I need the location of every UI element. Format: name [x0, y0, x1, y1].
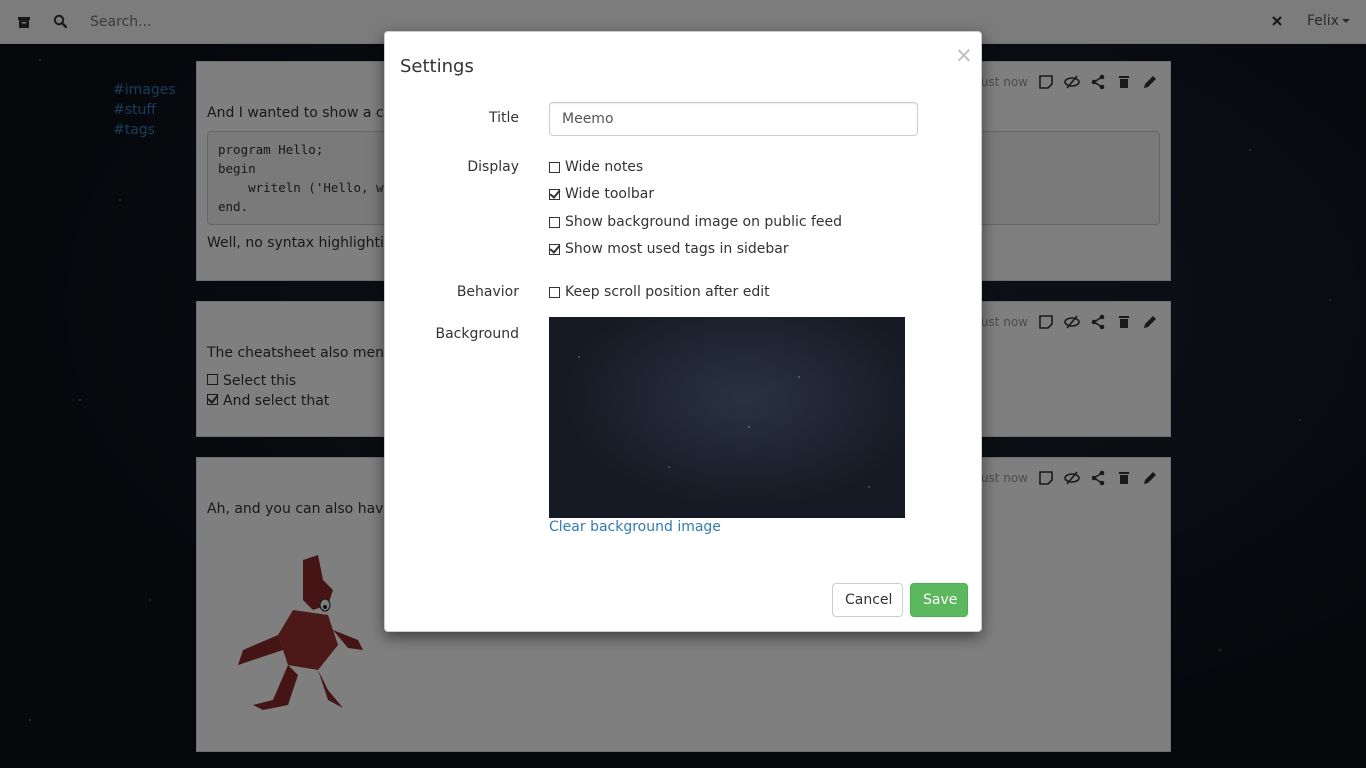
- background-image-preview[interactable]: [549, 317, 905, 518]
- close-icon[interactable]: ×: [955, 45, 973, 66]
- wide-notes-option[interactable]: Wide notes: [549, 159, 643, 175]
- title-field[interactable]: [549, 102, 918, 136]
- dialog-title: Settings: [400, 56, 474, 77]
- checkbox[interactable]: [549, 243, 560, 255]
- wide-toolbar-option[interactable]: Wide toolbar: [549, 186, 654, 202]
- checkbox[interactable]: [549, 286, 560, 298]
- clear-background-link[interactable]: Clear background image: [549, 519, 721, 535]
- option-label: Wide notes: [565, 159, 644, 175]
- checkbox[interactable]: [549, 216, 560, 228]
- sidebar-tags-option[interactable]: Show most used tags in sidebar: [549, 241, 789, 257]
- public-feed-background-option[interactable]: Show background image on public feed: [549, 214, 842, 230]
- option-label: Show most used tags in sidebar: [565, 241, 789, 257]
- background-label: Background: [435, 326, 519, 342]
- save-button[interactable]: Save: [910, 583, 968, 617]
- cancel-button[interactable]: Cancel: [832, 583, 903, 617]
- option-label: Show background image on public feed: [565, 214, 843, 230]
- keep-scroll-option[interactable]: Keep scroll position after edit: [549, 284, 770, 300]
- option-label: Wide toolbar: [565, 186, 655, 202]
- checkbox[interactable]: [549, 161, 560, 173]
- settings-dialog: Settings × Title Display Wide notes Wide…: [384, 31, 982, 632]
- checkbox[interactable]: [549, 188, 560, 200]
- option-label: Keep scroll position after edit: [565, 284, 770, 300]
- behavior-label: Behavior: [456, 284, 519, 300]
- title-label: Title: [488, 110, 519, 126]
- display-label: Display: [467, 159, 519, 175]
